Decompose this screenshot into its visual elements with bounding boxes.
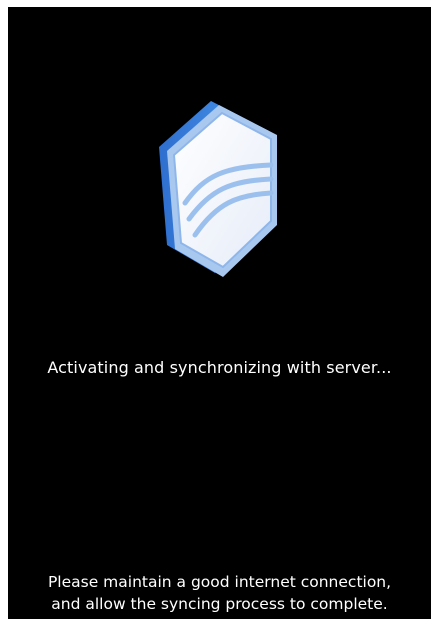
- hexagon-shield-logo-icon: [159, 101, 277, 277]
- connection-notice-line-2: and allow the syncing process to complet…: [51, 595, 388, 613]
- sync-status-message: Activating and synchronizing with server…: [47, 358, 392, 377]
- connection-notice: Please maintain a good internet connecti…: [8, 571, 431, 615]
- app-logo: [145, 95, 295, 285]
- connection-notice-line-1: Please maintain a good internet connecti…: [47, 573, 392, 591]
- sync-screen: Activating and synchronizing with server…: [8, 7, 431, 619]
